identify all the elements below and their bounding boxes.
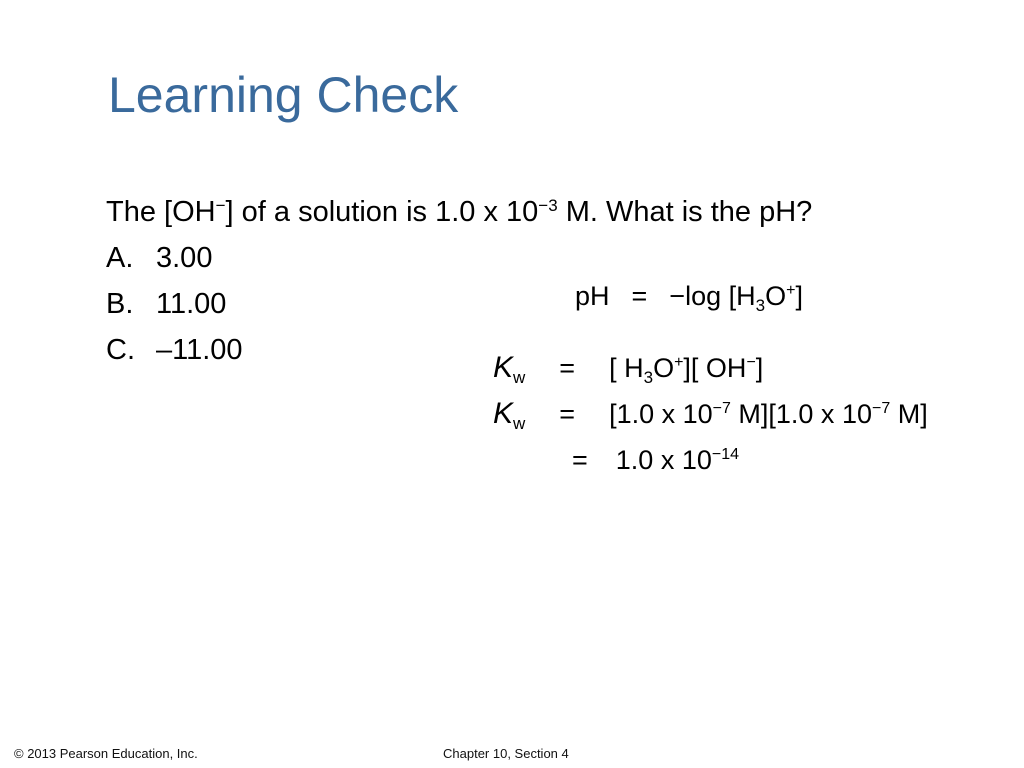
eq-rhs: −log [H [669, 281, 756, 311]
eq-sign: = [559, 353, 576, 383]
eq-rhs: O [653, 353, 675, 383]
eq-rhs: 1.0 x 10 [615, 445, 712, 475]
eq-sub: 3 [643, 368, 654, 387]
eq-rhs: [1.0 x 10 [609, 399, 713, 429]
eq-sup: −7 [871, 400, 891, 417]
footer-copyright: © 2013 Pearson Education, Inc. [14, 746, 198, 761]
eq-sign: = [572, 445, 588, 475]
eq-rhs: ] [795, 281, 803, 311]
eq-rhs: [ H [609, 353, 644, 383]
option-label: A. [106, 242, 134, 274]
eq-lhs: pH [575, 281, 610, 311]
eq-sign: = [631, 281, 648, 311]
kw-equation-3: = 1.0 x 10−14 [572, 445, 739, 476]
kw-symbol: Kw [493, 351, 526, 387]
eq-rhs: O [765, 281, 787, 311]
option-a: A. 3.00 [106, 242, 212, 275]
kw-equation-2: Kw = [1.0 x 10−7 M][1.0 x 10−7 M] [493, 397, 928, 433]
eq-sup: − [746, 354, 756, 371]
question-suffix: M. What is the pH? [557, 196, 813, 228]
slide-title: Learning Check [108, 67, 459, 123]
eq-rhs: ][ OH [683, 353, 747, 383]
option-b: B. 11.00 [106, 288, 226, 321]
eq-rhs: M] [890, 399, 928, 429]
eq-sup: −7 [712, 400, 731, 417]
footer-chapter: Chapter 10, Section 4 [443, 746, 569, 761]
option-label: C. [106, 334, 135, 366]
kw-symbol: Kw [493, 397, 526, 433]
question-prefix: The [OH [106, 196, 216, 228]
eq-rhs: ] [755, 353, 764, 383]
eq-sign: = [559, 399, 576, 429]
option-value: 11.00 [156, 288, 227, 320]
eq-sub: 3 [755, 296, 766, 315]
eq-sup: −14 [711, 446, 739, 463]
option-value: –11.00 [156, 334, 243, 366]
option-value: 3.00 [156, 242, 213, 274]
option-label: B. [106, 288, 134, 320]
kw-equation-1: Kw =[ H3O+][ OH−] [493, 351, 764, 387]
oh-charge: − [215, 196, 226, 215]
option-c: C. –11.00 [106, 334, 243, 367]
ph-definition-equation: pH = −log [H3O+] [575, 281, 803, 315]
question-exponent: −3 [538, 196, 558, 215]
eq-rhs: M][1.0 x 10 [730, 399, 872, 429]
question-middle: ] of a solution is 1.0 x 10 [225, 196, 539, 228]
question-text: The [OH−] of a solution is 1.0 x 10−3 M.… [106, 196, 812, 229]
